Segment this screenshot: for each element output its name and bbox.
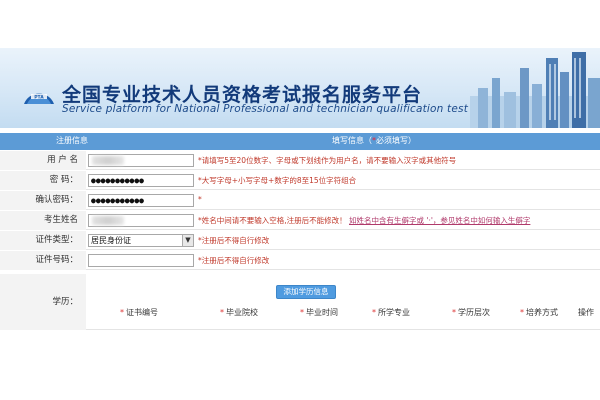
- education-label: 学历：: [0, 274, 86, 330]
- city-skyline-image: [470, 52, 600, 128]
- id-number-row: 证件号码： *注册后不得自行修改: [0, 251, 600, 270]
- site-subtitle: Service platform for National Profession…: [62, 103, 469, 115]
- username-row: 用 户 名 *请填写5至20位数字、字母或下划线作为用户名，请不要输入汉字或其他…: [0, 151, 600, 170]
- registration-page: PTA 全国专业技术人员资格考试报名服务平台 Service platform …: [0, 0, 600, 400]
- column-header-education-level: * 学历层次: [452, 308, 490, 317]
- name-row: 考生姓名 *姓名中间请不要输入空格,注册后不能修改！ 如姓名中含有生僻字或 '·…: [0, 211, 600, 230]
- fill-info-label: 填写信息（*必须填写）: [332, 136, 416, 145]
- id-type-label: 证件类型：: [0, 231, 86, 250]
- id-number-label: 证件号码：: [0, 251, 86, 270]
- column-header-certificate-number: * 证书编号: [120, 308, 158, 317]
- section-header-bar: 注册信息 填写信息（*必须填写）: [0, 133, 600, 150]
- redacted-value: [92, 156, 124, 165]
- redacted-value: [92, 216, 124, 225]
- id-type-select[interactable]: 居民身份证 ▼: [88, 234, 194, 247]
- id-type-hint: *注册后不得自行修改: [198, 236, 270, 245]
- password-label: 密 码：: [0, 171, 86, 190]
- register-info-label: 注册信息: [56, 136, 88, 145]
- username-label: 用 户 名: [0, 151, 86, 170]
- column-header-study-mode: * 培养方式: [520, 308, 558, 317]
- add-education-button[interactable]: 添加学历信息: [276, 285, 336, 299]
- name-label: 考生姓名: [0, 211, 86, 230]
- svg-text:PTA: PTA: [34, 95, 44, 101]
- username-hint: *请填写5至20位数字、字母或下划线作为用户名，请不要输入汉字或其他符号: [198, 156, 457, 165]
- confirm-password-row: 确认密码： ●●●●●●●●●●● *: [0, 191, 600, 210]
- education-section: 学历： 添加学历信息 * 证书编号 * 毕业院校 * 毕业时间 * 所学专业 * 学历层次…: [0, 274, 600, 330]
- id-type-selected-value: 居民身份证: [91, 236, 131, 245]
- dropdown-arrow-icon[interactable]: ▼: [182, 235, 193, 246]
- rare-character-help-link[interactable]: 如姓名中含有生僻字或 '·'，参见姓名中如何输入生僻字: [349, 215, 530, 226]
- page-bottom-area: [0, 331, 600, 400]
- confirm-password-input[interactable]: ●●●●●●●●●●●: [88, 194, 194, 207]
- password-hint: *大写字母+小写字母+数字的8至15位字符组合: [198, 176, 357, 185]
- confirm-password-label: 确认密码：: [0, 191, 86, 210]
- password-input[interactable]: ●●●●●●●●●●●: [88, 174, 194, 187]
- column-header-actions: 操作: [578, 308, 594, 317]
- column-header-graduate-school: * 毕业院校: [220, 308, 258, 317]
- id-type-row: 证件类型： 居民身份证 ▼ *注册后不得自行修改: [0, 231, 600, 250]
- id-number-hint: *注册后不得自行修改: [198, 256, 270, 265]
- column-header-major: * 所学专业: [372, 308, 410, 317]
- id-number-input[interactable]: [88, 254, 194, 267]
- name-hint: *姓名中间请不要输入空格,注册后不能修改！: [198, 216, 347, 225]
- pta-logo-icon: PTA: [24, 93, 54, 104]
- password-row: 密 码： ●●●●●●●●●●● *大写字母+小写字母+数字的8至15位字符组合: [0, 171, 600, 190]
- confirm-password-hint: *: [198, 195, 202, 204]
- column-header-graduation-date: * 毕业时间: [300, 308, 338, 317]
